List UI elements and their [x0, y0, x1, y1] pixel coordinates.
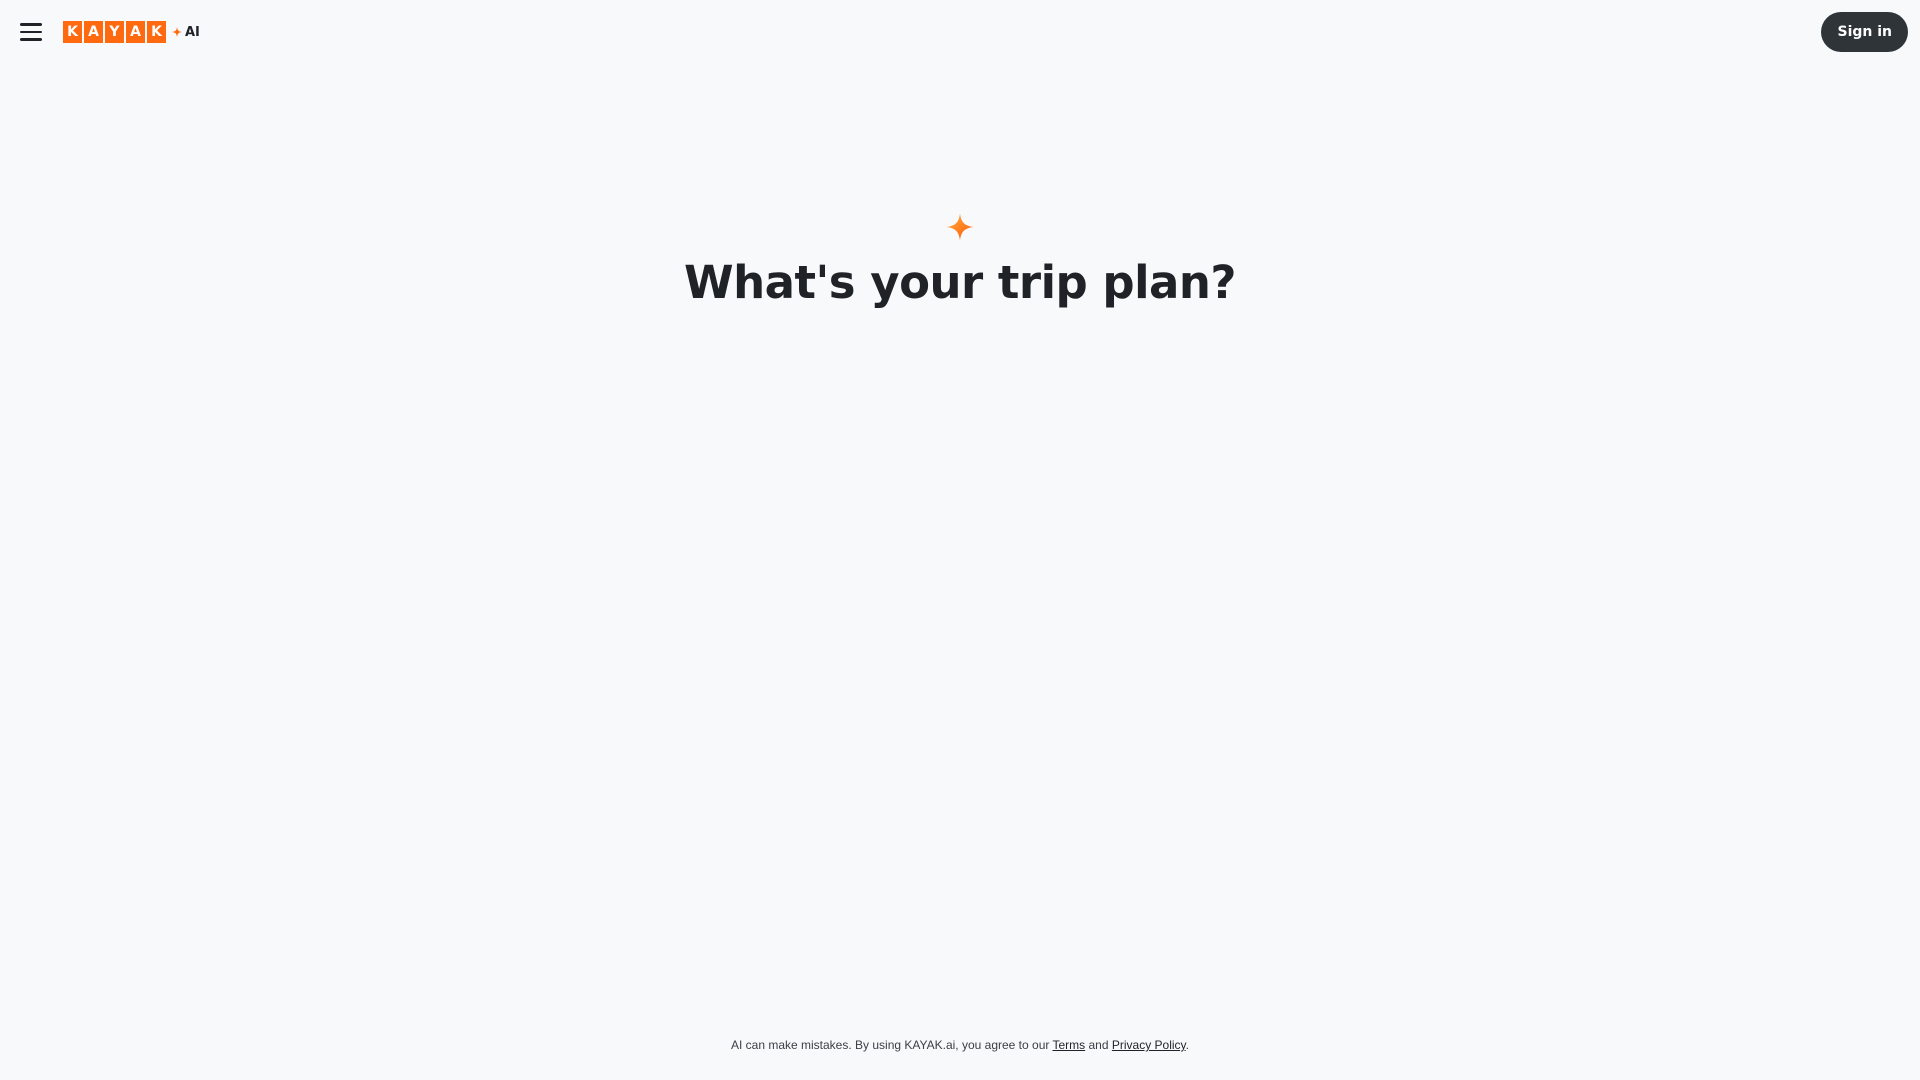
menu-line — [20, 38, 42, 41]
privacy-policy-link[interactable]: Privacy Policy — [1112, 1038, 1186, 1052]
sparkle-icon — [172, 27, 182, 37]
logo-letter: A — [84, 21, 103, 43]
terms-link[interactable]: Terms — [1052, 1038, 1085, 1052]
page: K A Y A K AI Sign in What's your trip pl… — [0, 0, 1920, 1080]
sign-in-button[interactable]: Sign in — [1821, 12, 1908, 52]
kayak-wordmark: K A Y A K — [63, 21, 166, 43]
kayak-ai-logo[interactable]: K A Y A K AI — [63, 21, 200, 43]
logo-ai-label: AI — [185, 24, 200, 40]
logo-letter: A — [126, 21, 145, 43]
logo-letter: Y — [105, 21, 124, 43]
logo-letter: K — [63, 21, 82, 43]
end-punctuation: . — [1185, 1038, 1190, 1052]
sparkle-icon — [946, 213, 974, 241]
menu-line — [20, 23, 42, 26]
hamburger-menu-icon[interactable] — [20, 18, 44, 46]
disclaimer-text: AI can make mistakes. By using KAYAK.ai,… — [730, 1038, 1050, 1052]
top-bar: K A Y A K AI Sign in — [0, 0, 1920, 64]
page-title: What's your trip plan? — [683, 256, 1237, 309]
menu-line — [20, 30, 42, 34]
logo-letter: K — [147, 21, 166, 43]
footer-disclaimer: AI can make mistakes. By using KAYAK.ai,… — [0, 1038, 1920, 1052]
and-text: and — [1088, 1038, 1109, 1052]
hero: What's your trip plan? — [0, 212, 1920, 309]
